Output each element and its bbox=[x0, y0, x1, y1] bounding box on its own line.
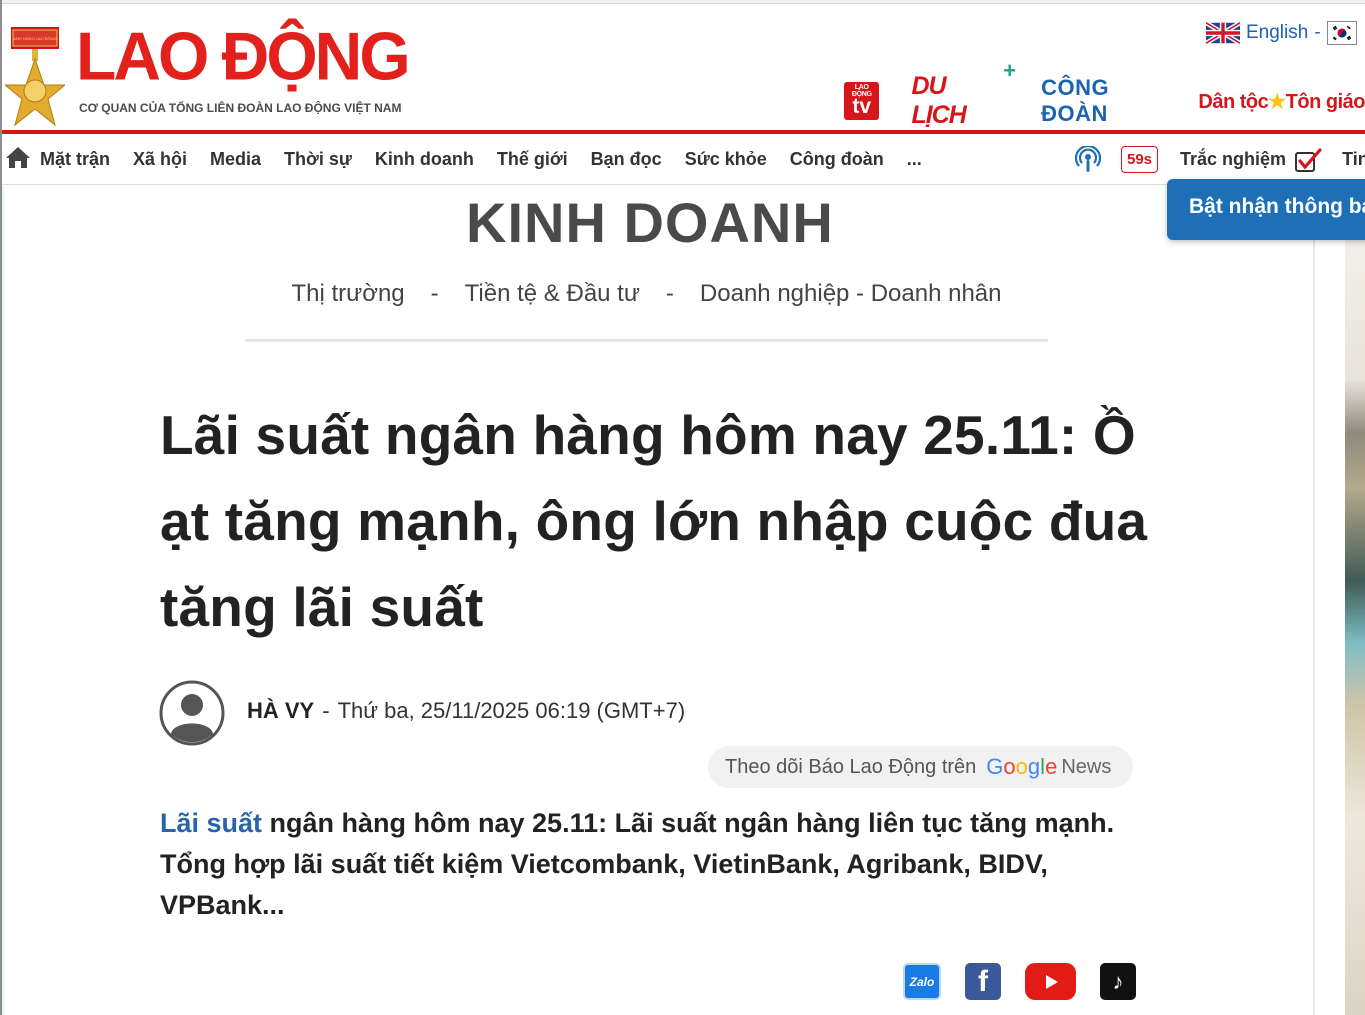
language-english-link[interactable]: English bbox=[1246, 22, 1308, 44]
facebook-icon[interactable]: f bbox=[965, 963, 1001, 1000]
nav-item-cong-doan[interactable]: Công đoàn bbox=[790, 149, 884, 170]
avatar-icon[interactable] bbox=[159, 680, 225, 746]
hero-medal-icon: ANH HÙNG LAO ĐỘNG bbox=[5, 27, 65, 127]
language-separator: - bbox=[1314, 22, 1321, 43]
ton-giao-text: Tôn giáo bbox=[1285, 90, 1365, 113]
dan-toc-ton-giao-link[interactable]: Dân tộc★Tôn giáo bbox=[1198, 89, 1365, 114]
quiz-link[interactable]: Trắc nghiệm bbox=[1180, 147, 1322, 173]
timer-badge[interactable]: 59s bbox=[1121, 146, 1159, 173]
du-lich-text: DU LỊCH bbox=[911, 72, 966, 129]
sapo-keyword-link[interactable]: Lãi suất bbox=[160, 808, 262, 838]
youtube-icon[interactable] bbox=[1025, 963, 1076, 1000]
tv-logo-text: tv bbox=[852, 95, 872, 118]
du-lich-plus-icon: + bbox=[1003, 58, 1016, 83]
medal-ribbon-text: ANH HÙNG LAO ĐỘNG bbox=[13, 36, 57, 41]
site-tagline: CƠ QUAN CỦA TỔNG LIÊN ĐOÀN LAO ĐỘNG VIỆT… bbox=[79, 101, 402, 115]
google-news-follow-button[interactable]: Theo dõi Báo Lao Động trên Google News bbox=[708, 746, 1133, 788]
google-news-label: News bbox=[1061, 755, 1112, 778]
subnav-doanh-nghiep-doanh-nhan[interactable]: Doanh nghiệp - Doanh nhân bbox=[700, 280, 1002, 308]
author-name[interactable]: HÀ VY bbox=[247, 698, 314, 723]
nav-tools: 59s Trắc nghiệm Tin bbox=[1075, 134, 1365, 185]
nav-item-the-gioi[interactable]: Thế giới bbox=[497, 149, 568, 170]
zalo-icon[interactable]: Zalo bbox=[903, 963, 941, 1000]
nav-item-xa-hoi[interactable]: Xã hội bbox=[133, 149, 187, 170]
publish-date: Thứ ba, 25/11/2025 06:19 (GMT+7) bbox=[337, 698, 686, 723]
du-lich-link[interactable]: DU LỊCH + bbox=[911, 58, 1016, 130]
dan-toc-text: Dân tộc bbox=[1198, 90, 1269, 113]
tiktok-icon[interactable]: ♪ bbox=[1100, 963, 1136, 1000]
section-subnav: Thị trường - Tiền tệ & Đầu tư - Doanh ng… bbox=[245, 280, 1048, 342]
side-ad-banner[interactable] bbox=[1345, 240, 1365, 1015]
subnav-separator: - bbox=[665, 280, 674, 307]
nav-item-kinh-doanh[interactable]: Kinh doanh bbox=[375, 149, 474, 170]
article-headline: Lãi suất ngân hàng hôm nay 25.11: Ồ ạt t… bbox=[160, 404, 1148, 638]
site-logo[interactable]: LAO ĐỘNG bbox=[76, 22, 411, 89]
article-byline: HÀ VY - Thứ ba, 25/11/2025 06:19 (GMT+7) bbox=[247, 698, 685, 724]
sapo-text: ngân hàng hôm nay 25.11: Lãi suất ngân h… bbox=[160, 808, 1115, 920]
nav-more-button[interactable]: ... bbox=[907, 149, 922, 170]
content-right-border bbox=[1313, 186, 1315, 1015]
uk-flag-icon bbox=[1206, 22, 1240, 44]
logo-text: LAO ĐỘNG bbox=[76, 18, 411, 94]
subnav-tien-te-dau-tu[interactable]: Tiền tệ & Đầu tư bbox=[465, 280, 640, 308]
nav-item-thoi-su[interactable]: Thời sự bbox=[284, 149, 352, 170]
social-share-bar: Zalo f ♪ bbox=[903, 963, 1160, 1000]
site-header: ANH HÙNG LAO ĐỘNG LAO ĐỘNG CƠ QUAN CỦA T… bbox=[2, 5, 1365, 131]
lao-dong-tv-link[interactable]: LAO ĐỘNG tv bbox=[844, 82, 880, 120]
subnav-separator: - bbox=[430, 280, 439, 307]
byline-separator: - bbox=[322, 698, 330, 723]
home-icon[interactable] bbox=[5, 145, 31, 169]
google-news-prefix: Theo dõi Báo Lao Động trên bbox=[725, 755, 977, 778]
subnav-thi-truong[interactable]: Thị trường bbox=[291, 280, 404, 308]
nav-item-media[interactable]: Media bbox=[210, 149, 261, 170]
browser-top-edge bbox=[0, 0, 1365, 4]
language-switcher[interactable]: English - bbox=[1206, 21, 1357, 45]
article-sapo: Lãi suất ngân hàng hôm nay 25.11: Lãi su… bbox=[160, 803, 1140, 926]
quiz-label: Trắc nghiệm bbox=[1180, 149, 1287, 169]
nav-item-tin[interactable]: Tin bbox=[1342, 149, 1365, 170]
kr-flag-icon[interactable] bbox=[1326, 21, 1357, 45]
section-title[interactable]: KINH DOANH bbox=[466, 190, 834, 255]
nav-item-ban-doc[interactable]: Bạn đọc bbox=[591, 149, 662, 170]
cong-doan-link[interactable]: CÔNG ĐOÀN bbox=[1041, 75, 1166, 127]
google-logo: Google bbox=[986, 754, 1058, 779]
nav-item-mat-tran[interactable]: Mặt trận bbox=[40, 149, 110, 170]
star-icon: ★ bbox=[1268, 90, 1286, 113]
partner-links: LAO ĐỘNG tv DU LỊCH + CÔNG ĐOÀN Dân tộc★T… bbox=[844, 58, 1365, 129]
podcast-icon[interactable] bbox=[1075, 145, 1101, 174]
nav-item-suc-khoe[interactable]: Sức khỏe bbox=[685, 149, 767, 170]
main-nav: Mặt trận Xã hội Media Thời sự Kinh doanh… bbox=[2, 134, 1365, 185]
nav-item-list: Mặt trận Xã hội Media Thời sự Kinh doanh… bbox=[40, 134, 945, 185]
enable-notifications-button[interactable]: Bật nhận thông báo bbox=[1167, 179, 1365, 240]
check-icon bbox=[1295, 147, 1322, 172]
browser-left-edge bbox=[0, 0, 2, 1015]
